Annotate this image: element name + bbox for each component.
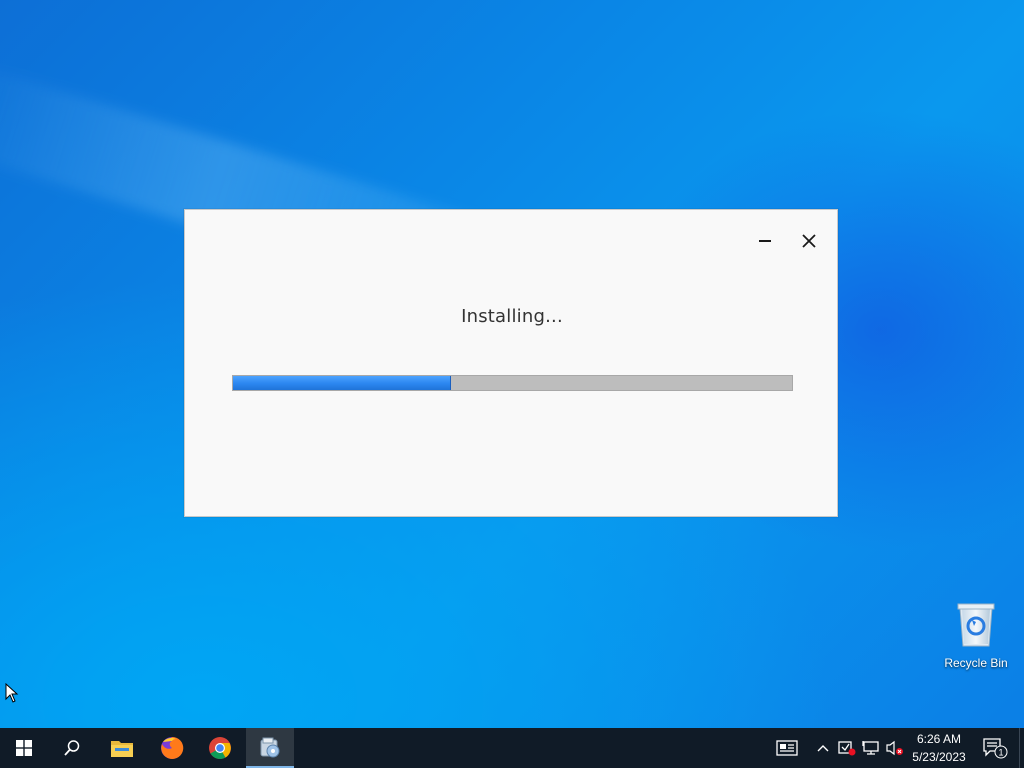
action-center-button[interactable]: 1: [978, 728, 1012, 768]
windows-logo-icon: [16, 740, 32, 756]
install-status-text: Installing...: [461, 306, 563, 327]
minimize-icon: [759, 240, 771, 242]
search-button[interactable]: [48, 728, 96, 768]
taskbar: 6:26 AM 5/23/2023 1: [0, 728, 1024, 768]
install-progress-bar: [232, 375, 793, 391]
security-warning-icon: [838, 741, 856, 756]
clock-time: 6:26 AM: [916, 732, 962, 746]
notification-icon: 1: [983, 738, 1008, 759]
taskbar-installer[interactable]: [246, 728, 294, 768]
recycle-bin-icon: [957, 603, 995, 647]
chevron-up-icon: [817, 745, 829, 752]
minimize-button[interactable]: [750, 228, 780, 254]
taskbar-firefox[interactable]: [148, 728, 196, 768]
notification-count: 1: [998, 748, 1003, 758]
volume-muted-icon: [886, 740, 903, 756]
installer-dialog: Installing...: [184, 209, 838, 517]
close-button[interactable]: [794, 228, 824, 254]
show-desktop-button[interactable]: [1019, 728, 1024, 768]
recycle-bin-label: Recycle Bin: [944, 656, 1008, 670]
tray-security[interactable]: [836, 728, 858, 768]
tray-network[interactable]: [860, 728, 882, 768]
taskbar-file-explorer[interactable]: [98, 728, 146, 768]
tray-volume[interactable]: [884, 728, 906, 768]
progress-fill: [233, 376, 451, 390]
close-icon: [802, 234, 816, 248]
installer-icon: [260, 737, 280, 758]
desktop: Installing... Recycle Bin: [0, 0, 1024, 728]
taskbar-chrome[interactable]: [196, 728, 244, 768]
tray-show-hidden-icons[interactable]: [813, 728, 833, 768]
mouse-cursor-icon: [5, 683, 19, 703]
firefox-icon: [161, 736, 184, 759]
search-icon: [64, 740, 80, 756]
folder-icon: [111, 741, 133, 757]
taskbar-clock[interactable]: 6:26 AM 5/23/2023: [904, 728, 974, 768]
network-icon: [862, 741, 879, 755]
tray-news[interactable]: [772, 728, 802, 768]
clock-date: 5/23/2023: [912, 750, 966, 764]
start-button[interactable]: [0, 728, 48, 768]
chrome-icon: [209, 737, 231, 759]
desktop-icon-recycle-bin[interactable]: Recycle Bin: [938, 600, 1014, 670]
news-icon: [776, 740, 798, 756]
